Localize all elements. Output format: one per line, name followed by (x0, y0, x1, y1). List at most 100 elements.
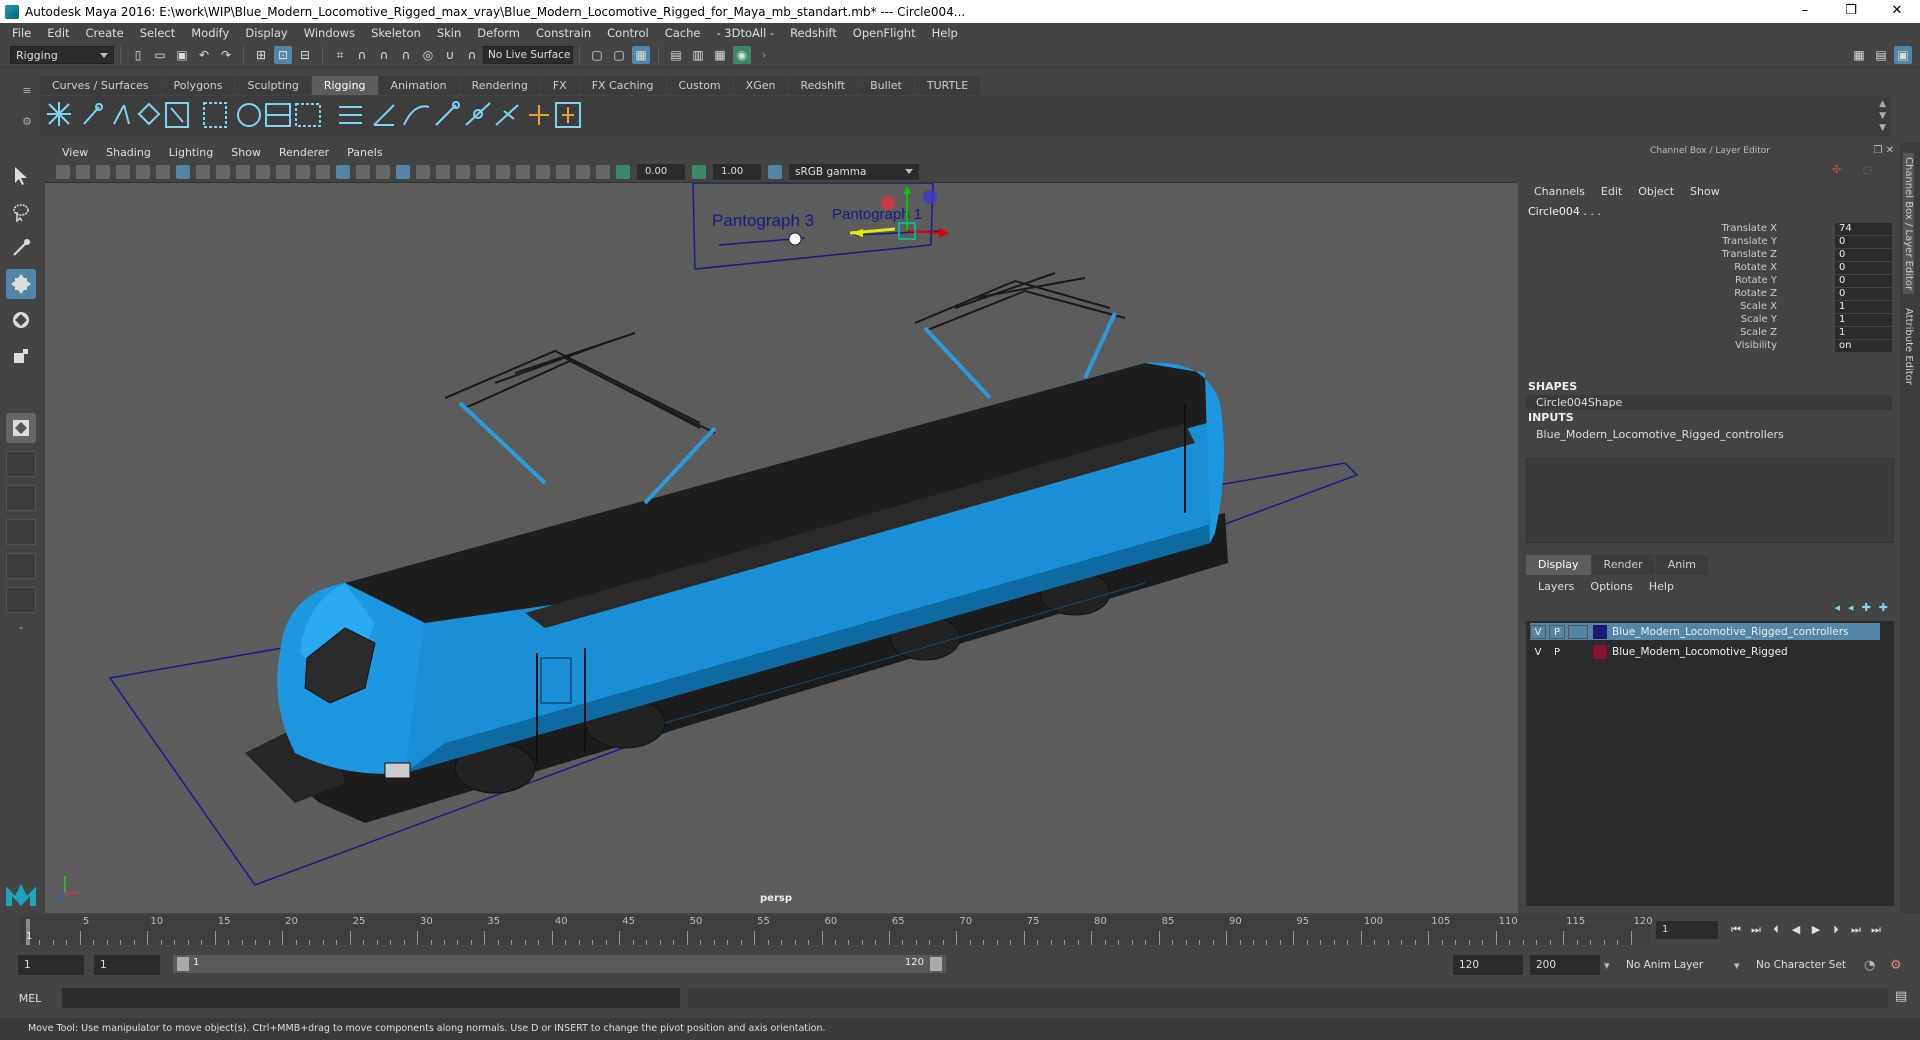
script-language-toggle[interactable]: MEL (0, 992, 60, 1005)
film-gate-icon[interactable] (196, 164, 210, 179)
cb-menu-channels[interactable]: Channels (1526, 185, 1593, 198)
layer-playback-toggle[interactable]: P (1549, 644, 1565, 659)
camera-attributes-icon[interactable] (76, 164, 90, 179)
shelf-tab-fx-caching[interactable]: FX Caching (579, 76, 666, 95)
go-to-end-button[interactable]: ⏭ (1866, 921, 1886, 939)
attr-rotate-y[interactable]: Rotate Y 0 (1520, 275, 1892, 288)
resolution-gate-icon[interactable] (216, 164, 230, 179)
menu-create[interactable]: Create (78, 26, 132, 40)
color-management-icon[interactable] (768, 164, 782, 179)
menu-display[interactable]: Display (237, 26, 295, 40)
layer-color-swatch[interactable] (1593, 644, 1607, 659)
menu-redshift[interactable]: Redshift (782, 26, 845, 40)
xray-joints-icon[interactable] (576, 164, 590, 179)
shelf-tab-rendering[interactable]: Rendering (459, 76, 540, 95)
input-ops-icon[interactable]: ▢ (588, 46, 606, 64)
play-forwards-button[interactable]: ▶ (1806, 921, 1826, 939)
close-button[interactable]: ✕ (1874, 0, 1920, 23)
gamma-icon[interactable] (692, 164, 706, 179)
menu-3dtoall[interactable]: - 3DtoAll - (708, 26, 782, 40)
shelf-tab-rigging[interactable]: Rigging (311, 76, 378, 95)
minimize-button[interactable]: – (1782, 0, 1828, 23)
playback-end-field[interactable]: 120 (1453, 955, 1523, 975)
live-surface-field[interactable]: No Live Surface (483, 46, 573, 64)
menu-constrain[interactable]: Constrain (528, 26, 599, 40)
outliner-layout-icon[interactable] (6, 519, 36, 545)
shelf-tab-xgen[interactable]: XGen (733, 76, 788, 95)
new-scene-icon[interactable]: ▯ (129, 46, 147, 64)
four-view-layout-icon[interactable] (6, 451, 36, 477)
menu-skin[interactable]: Skin (429, 26, 469, 40)
motion-blur-icon[interactable] (476, 164, 490, 179)
shelf-tab-polygons[interactable]: Polygons (161, 76, 235, 95)
lasso-tool-icon[interactable] (6, 197, 36, 227)
auto-key-icon[interactable]: ◔ (1864, 958, 1875, 973)
step-forward-frame-button[interactable]: ⏵ (1826, 921, 1846, 939)
shelf-scroll-arrows[interactable]: ▲ ▼ ▼ (1879, 98, 1886, 134)
bookmark-icon[interactable] (96, 164, 110, 179)
attr-value[interactable]: 1 (1835, 327, 1892, 339)
panel-float-close-icons[interactable]: ❐ ✕ (1873, 145, 1894, 156)
shelf-tab-fx[interactable]: FX (540, 76, 579, 95)
open-scene-icon[interactable]: ▭ (151, 46, 169, 64)
menu-cache[interactable]: Cache (657, 26, 709, 40)
3d-viewport[interactable]: Pantograph 3 Pantograph 1 persp (45, 183, 1518, 913)
animation-start-field[interactable]: 1 (18, 955, 84, 975)
vp-menu-lighting[interactable]: Lighting (160, 146, 222, 159)
2d-pan-zoom-icon[interactable] (136, 164, 150, 179)
attr-value[interactable]: 1 (1835, 301, 1892, 313)
anim-layer-dropdown-arrow[interactable]: ▾ (1604, 959, 1610, 972)
panel-layout-icon[interactable]: ▤ (1872, 46, 1890, 64)
undo-icon[interactable]: ↶ (195, 46, 213, 64)
hypershade-icon[interactable]: ◉ (733, 46, 751, 64)
attr-value[interactable]: 0 (1835, 275, 1892, 287)
shelf-tab-turtle[interactable]: TURTLE (914, 76, 981, 95)
range-start-handle[interactable] (177, 957, 189, 971)
magnet-icon[interactable]: ∪ (441, 46, 459, 64)
textured-icon[interactable] (396, 164, 410, 179)
field-chart-icon[interactable] (256, 164, 270, 179)
depth-of-field-icon[interactable] (516, 164, 530, 179)
xray-icon[interactable] (556, 164, 570, 179)
menu-control[interactable]: Control (599, 26, 657, 40)
ipr-render-icon[interactable]: ▥ (689, 46, 707, 64)
scale-tool-icon[interactable] (6, 341, 36, 371)
speed-icon[interactable]: ◌ (1862, 163, 1872, 179)
range-slider[interactable]: 1 120 (173, 955, 946, 973)
command-input[interactable] (62, 988, 680, 1008)
shelf-tab-animation[interactable]: Animation (378, 76, 459, 95)
layer-menu-help[interactable]: Help (1641, 580, 1682, 593)
redo-icon[interactable]: ↷ (217, 46, 235, 64)
move-layer-down-icon[interactable]: ◂ (1848, 601, 1854, 614)
select-hierarchy-icon[interactable]: ⊞ (252, 46, 270, 64)
layer-playback-toggle[interactable]: P (1549, 624, 1565, 639)
menu-help[interactable]: Help (924, 26, 966, 40)
layer-display-type-toggle[interactable] (1568, 624, 1588, 639)
workspace-layout-icon[interactable]: ▦ (1850, 46, 1868, 64)
cb-menu-object[interactable]: Object (1630, 185, 1682, 198)
layer-display-type-toggle[interactable] (1568, 644, 1588, 659)
menu-skeleton[interactable]: Skeleton (363, 26, 429, 40)
select-camera-icon[interactable] (56, 164, 70, 179)
toggle-panels-icon[interactable]: ▣ (1894, 46, 1912, 64)
attr-value[interactable]: 74 (1835, 223, 1892, 235)
menu-file[interactable]: File (4, 26, 39, 40)
menu-deform[interactable]: Deform (469, 26, 528, 40)
snap-point-icon[interactable]: ∩ (375, 46, 393, 64)
vp-menu-renderer[interactable]: Renderer (270, 146, 338, 159)
layout-more-icon[interactable]: - (6, 621, 36, 641)
safe-title-icon[interactable] (296, 164, 310, 179)
current-frame-field[interactable]: 1 (1656, 921, 1718, 939)
wireframe-on-shaded-icon[interactable] (376, 164, 390, 179)
go-to-start-button[interactable]: ⏮ (1726, 921, 1746, 939)
maximize-button[interactable]: ❐ (1828, 0, 1874, 23)
menu-modify[interactable]: Modify (183, 26, 237, 40)
shadows-icon[interactable] (436, 164, 450, 179)
attr-value[interactable]: 0 (1835, 249, 1892, 261)
rotate-tool-icon[interactable] (6, 305, 36, 335)
shelf-tab-curves-surfaces[interactable]: Curves / Surfaces (40, 76, 161, 95)
shelf-editor-icon[interactable]: ⚙ (22, 115, 32, 128)
snap-grid-icon[interactable]: ⌗ (331, 46, 349, 64)
grease-pencil-icon[interactable] (156, 164, 170, 179)
layer-visibility-toggle[interactable]: V (1530, 644, 1546, 659)
